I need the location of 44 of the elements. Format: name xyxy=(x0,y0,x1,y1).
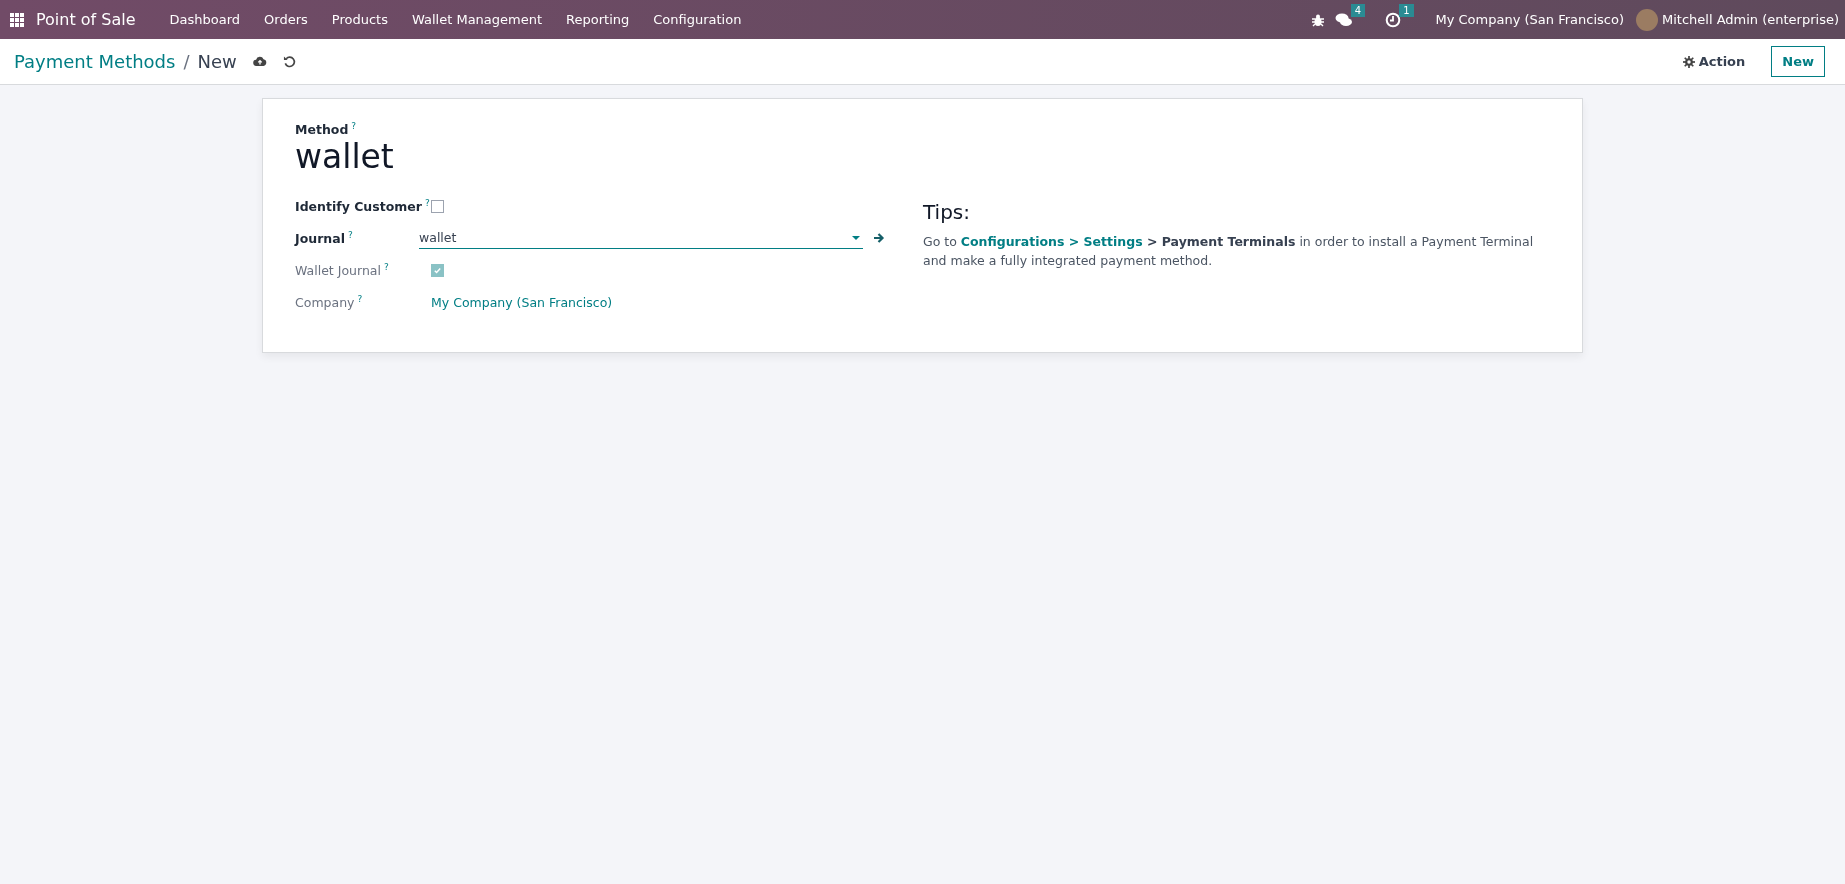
settings-link[interactable]: Configurations > Settings xyxy=(960,234,1143,250)
field-label: Wallet Journal xyxy=(295,263,381,279)
menu-item[interactable]: Reporting xyxy=(554,12,642,27)
app-name[interactable]: Point of Sale xyxy=(36,10,146,29)
help-tooltip[interactable]: ? xyxy=(357,294,363,305)
journal-input-field[interactable]: wallet xyxy=(419,227,863,250)
menu-item[interactable]: Wallet Management xyxy=(399,12,555,27)
chat-icon[interactable] xyxy=(1334,11,1353,28)
undo-icon[interactable] xyxy=(282,55,296,68)
tips-heading: Tips: xyxy=(923,200,971,225)
field-label: Journal xyxy=(295,231,345,247)
breadcrumb-separator: / xyxy=(183,51,190,72)
menu-item[interactable]: Configuration xyxy=(641,12,754,27)
company-switcher[interactable]: My Company (San Francisco) xyxy=(1423,12,1636,27)
user-name[interactable]: Mitchell Admin (enterprise) xyxy=(1661,12,1839,27)
company-link[interactable]: My Company (San Francisco) xyxy=(431,294,613,310)
apps-menu-icon[interactable] xyxy=(10,12,24,27)
bug-icon[interactable] xyxy=(1310,12,1325,27)
field-label: Company xyxy=(295,295,355,311)
help-tooltip[interactable]: ? xyxy=(424,198,430,209)
breadcrumb-link[interactable]: Payment Methods xyxy=(14,51,176,72)
checkbox[interactable] xyxy=(431,263,444,277)
counter-badge: 1 xyxy=(1399,3,1414,17)
breadcrumb-current: New xyxy=(197,51,237,72)
help-tooltip[interactable]: ? xyxy=(351,121,357,131)
caret-icon[interactable] xyxy=(852,235,860,240)
field-label: Identify Customer xyxy=(295,199,422,215)
help-tooltip[interactable]: ? xyxy=(383,262,389,273)
counter-badge: 4 xyxy=(1350,3,1366,17)
checkmark-icon xyxy=(433,265,442,275)
menu-item[interactable]: Orders xyxy=(252,12,320,27)
gear-icon[interactable] xyxy=(1682,55,1695,68)
new-button[interactable]: New xyxy=(1771,46,1825,77)
arrow-right-icon[interactable] xyxy=(873,232,885,245)
tips-paragraph: Go to Configurations > Settings > Payment Terminals in order to install a Payment Terminal and make a fully integrated payment method. xyxy=(923,233,1535,271)
cloud-upload-icon[interactable] xyxy=(252,56,267,67)
field-label: Method xyxy=(295,122,349,138)
menu-item[interactable]: Dashboard xyxy=(157,12,253,27)
help-tooltip[interactable]: ? xyxy=(347,230,353,241)
name-field[interactable]: wallet xyxy=(295,137,1550,177)
action-button[interactable]: Action xyxy=(1674,48,1754,75)
menu-item[interactable]: Products xyxy=(319,12,400,27)
checkbox[interactable] xyxy=(431,199,444,213)
clock-icon[interactable] xyxy=(1385,11,1402,28)
